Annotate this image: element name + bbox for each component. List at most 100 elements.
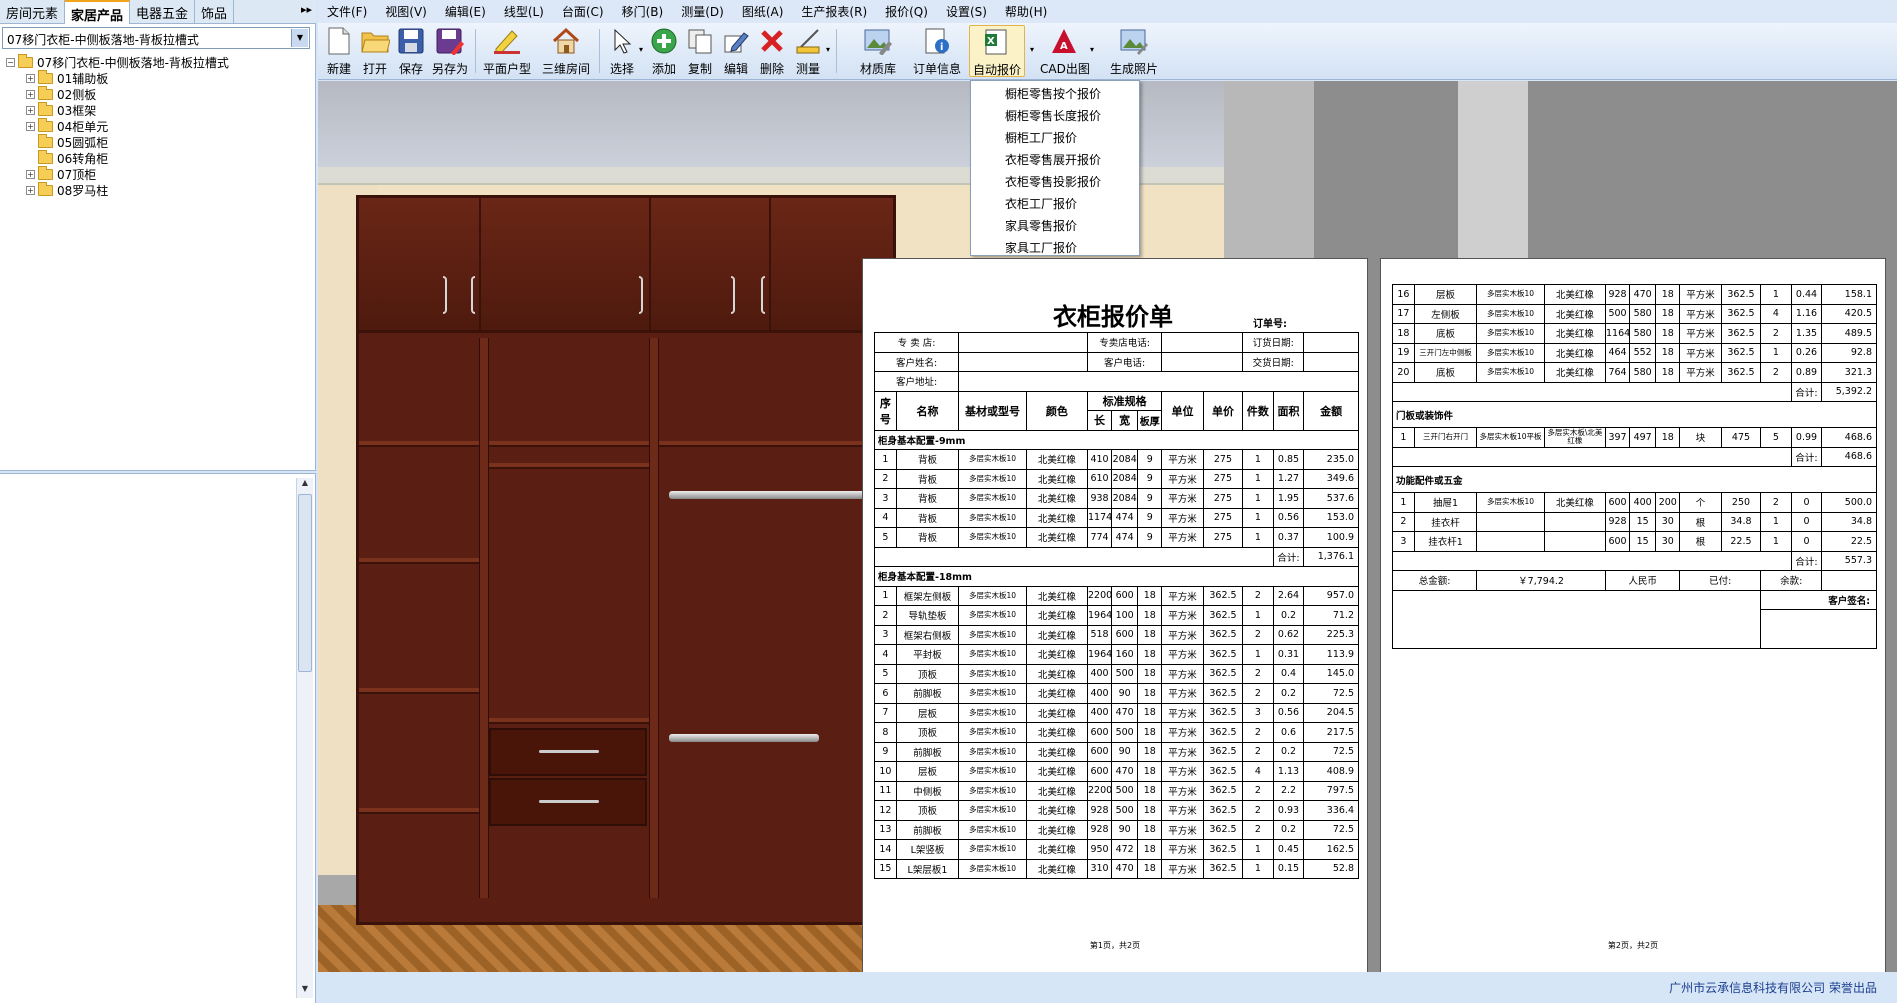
new-button[interactable]: 新建 [322,25,356,77]
material-library-button[interactable]: 材质库 [858,25,898,77]
quote-menu-item[interactable]: 家具工厂报价 [971,237,1139,259]
measure-dropdown-icon[interactable]: ▾ [826,45,830,54]
table-cell: 1964 [1087,605,1113,626]
save-button[interactable]: 保存 [394,25,428,77]
customer-phone-value[interactable] [1161,351,1244,372]
expand-icon[interactable]: + [26,185,35,195]
store-value[interactable] [958,332,1089,353]
table-cell: 72.5 [1303,819,1359,840]
wall-panel [1224,81,1314,261]
menu-item[interactable]: 编辑(E) [436,3,495,20]
section-rows: 16 层板 多层实木板10 北美红橡 928 470 18 平方米 362.5 1 0.44 158.… [1392,284,1877,383]
table-cell: 500.0 [1821,492,1877,513]
generate-photo-button[interactable]: 生成照片 [1106,25,1162,77]
expand-icon[interactable]: + [26,73,35,83]
auto-quote-button[interactable]: X 自动报价 [969,25,1025,77]
table-cell: 600 [1087,761,1113,782]
tree-item[interactable]: +02侧板 [0,85,314,102]
address-value[interactable] [958,371,1359,392]
open-button[interactable]: 打开 [358,25,392,77]
menu-item[interactable]: 线型(L) [495,3,553,20]
chevron-down-icon[interactable]: ▼ [291,29,308,47]
scrollbar-thumb[interactable] [298,494,312,672]
expand-icon[interactable]: + [26,89,35,99]
table-cell: 17 [1392,303,1415,324]
menu-item[interactable]: 设置(S) [937,3,996,20]
menu-item[interactable]: 帮助(H) [996,3,1056,20]
expand-icon[interactable]: + [26,121,35,131]
delivery-date-value[interactable] [1303,351,1359,372]
table-cell: 平方米 [1161,800,1204,821]
collapse-icon[interactable]: − [6,57,15,67]
select-dropdown-icon[interactable]: ▾ [639,45,643,54]
table-cell: 0.4 [1272,663,1305,684]
menu-item[interactable]: 报价(Q) [876,3,937,20]
table-cell: 2 [1760,362,1792,383]
copy-button[interactable]: 复制 [683,25,717,77]
tree-item[interactable]: +01辅助板 [0,69,314,86]
vertical-scrollbar[interactable]: ▲ ▼ [296,478,313,998]
menu-item[interactable]: 图纸(A) [733,3,793,20]
quote-menu-item[interactable]: 衣柜零售投影报价 [971,171,1139,193]
select-button[interactable]: 选择 [605,25,639,77]
product-category-select[interactable]: 07移门衣柜-中侧板落地-背板拉槽式 ▼ [2,27,310,49]
menu-item[interactable]: 测量(D) [672,3,733,20]
table-cell: 2.2 [1272,780,1305,801]
table-cell: 18 [1655,362,1681,383]
table-row: 15 L架层板1 多层实木板10 北美红橡 310 470 18 平方米 362.5 1 0.15 5… [874,858,1359,879]
quote-menu-item[interactable]: 衣柜零售展开报价 [971,149,1139,171]
menu-item[interactable]: 台面(C) [553,3,613,20]
quote-menu-item[interactable]: 橱柜工厂报价 [971,127,1139,149]
order-date-value[interactable] [1303,332,1359,353]
menu-item[interactable]: 视图(V) [376,3,436,20]
tab-scroll-arrows[interactable]: ▸▸ [301,3,312,16]
balance-value[interactable] [1821,570,1877,591]
menu-item[interactable]: 文件(F) [318,3,376,20]
scroll-up-icon[interactable]: ▲ [297,478,313,492]
quote-menu-item[interactable]: 橱柜零售按个报价 [971,83,1139,105]
scroll-down-icon[interactable]: ▼ [297,984,313,998]
cad-dropdown-icon[interactable]: ▾ [1090,45,1094,54]
tab-decorations[interactable]: 饰品 [195,0,235,23]
tree-item[interactable]: 05圆弧柜 [0,133,314,150]
menu-item[interactable]: 移门(B) [613,3,673,20]
signature-field[interactable] [1760,609,1877,649]
table-cell: 90 [1111,819,1139,840]
quote-menu-item[interactable]: 衣柜工厂报价 [971,193,1139,215]
table-cell [1476,511,1545,532]
expand-icon[interactable]: + [26,105,35,115]
measure-button[interactable]: 测量 [791,25,825,77]
table-cell: 153.0 [1303,507,1359,528]
cad-output-button[interactable]: A CAD出图 [1040,25,1090,77]
table-cell: 2 [1242,800,1274,821]
pane-splitter[interactable] [0,470,316,474]
customer-value[interactable] [958,351,1089,372]
tree-item[interactable]: 06转角柜 [0,149,314,166]
3d-room-button[interactable]: 三维房间 [539,25,593,77]
tree-item[interactable]: +08罗马柱 [0,181,314,198]
order-info-button[interactable]: i 订单信息 [912,25,962,77]
table-cell: 464 [1605,342,1631,363]
table-cell: 平方米 [1161,741,1204,762]
floor-plan-button[interactable]: 平面户型 [480,25,534,77]
tree-item[interactable]: +07顶柜 [0,165,314,182]
save-as-button[interactable]: 另存为 [430,25,470,77]
edit-button[interactable]: 编辑 [719,25,753,77]
store-phone-value[interactable] [1161,332,1244,353]
quote-menu-item[interactable]: 家具零售报价 [971,215,1139,237]
expand-icon[interactable]: + [26,169,35,179]
delete-button[interactable]: 删除 [755,25,789,77]
tree-root[interactable]: − 07移门衣柜-中侧板落地-背板拉槽式 [0,53,314,70]
tree-item[interactable]: +03框架 [0,101,314,118]
tab-appliance-hardware[interactable]: 电器五金 [130,0,196,23]
menu-item[interactable]: 生产报表(R) [792,3,876,20]
add-button[interactable]: 添加 [647,25,681,77]
hanging-rail [669,491,889,499]
auto-quote-dropdown-icon[interactable]: ▾ [1030,45,1034,54]
tree-item[interactable]: +04柜单元 [0,117,314,134]
quote-menu-item[interactable]: 橱柜零售长度报价 [971,105,1139,127]
tab-room-elements[interactable]: 房间元素 [0,0,66,23]
table-cell: 362.5 [1202,800,1244,821]
tab-home-products[interactable]: 家居产品 [65,0,131,24]
table-cell: 北美红橡 [1025,741,1089,762]
